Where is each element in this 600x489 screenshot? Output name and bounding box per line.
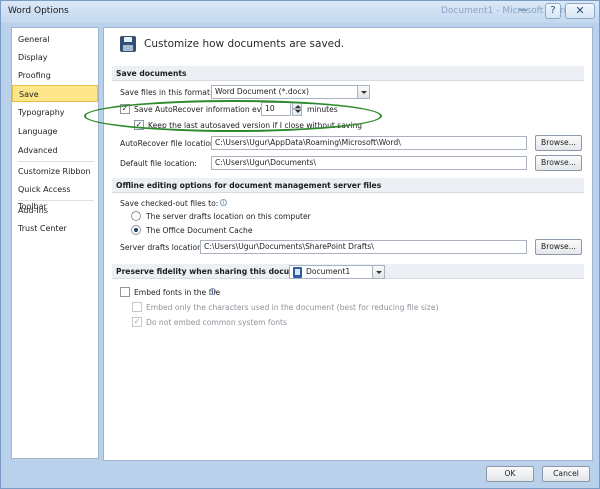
nav-item-advanced[interactable]: Advanced [12,142,98,159]
radio-server-drafts[interactable] [131,211,141,221]
default-location-browse-button[interactable]: Browse... [535,155,582,171]
close-button[interactable]: ✕ [565,3,595,19]
save-options-panel: Customize how documents are saved. Save … [103,27,593,461]
word-options-dialog: Word Options Document1 - Microsoft Word … [0,0,600,489]
chevron-down-icon[interactable] [357,86,369,98]
default-location-input[interactable]: C:\Users\Ugur\Documents\ [211,156,527,170]
nav-item-save[interactable]: Save [12,85,98,102]
server-drafts-location-input[interactable]: C:\Users\Ugur\Documents\SharePoint Draft… [200,240,527,254]
do-not-embed-system-fonts-label: Do not embed common system fonts [146,318,287,327]
save-checked-out-label: Save checked-out files to: [120,199,219,208]
chevron-down-icon[interactable] [372,266,384,278]
server-drafts-location-label: Server drafts location: [120,243,205,252]
autorecover-location-label: AutoRecover file location: [120,139,218,148]
autorecover-browse-button[interactable]: Browse... [535,135,582,151]
office-cache-option-label: The Office Document Cache [146,226,253,235]
embed-only-used-characters-label: Embed only the characters used in the do… [146,303,439,312]
title-bar[interactable]: Word Options Document1 - Microsoft Word … [1,1,599,23]
format-label: Save files in this format: [120,88,213,97]
default-location-label: Default file location: [120,159,197,168]
word-document-icon [293,267,302,278]
floppy-disk-icon [120,36,136,52]
server-drafts-browse-button[interactable]: Browse... [535,239,582,255]
server-drafts-option-label: The server drafts location on this compu… [146,212,311,221]
nav-item-customize-ribbon[interactable]: Customize Ribbon [12,163,98,180]
background-minimize-icon [519,9,527,11]
nav-item-add-ins[interactable]: Add-Ins [12,202,98,219]
fidelity-document-dropdown[interactable]: Document1 [289,265,385,279]
radio-office-document-cache[interactable] [131,225,141,235]
options-category-list: General Display Proofing Save Typography… [11,27,99,459]
nav-item-quick-access-toolbar[interactable]: Quick Access Toolbar [12,181,98,211]
info-icon: i [209,288,216,295]
do-not-embed-system-fonts-checkbox[interactable]: ✓ [132,317,142,327]
embed-fonts-label: Embed fonts in the file [134,288,221,297]
cancel-button[interactable]: Cancel [542,466,590,482]
window-title: Word Options [8,6,69,16]
autorecover-location-input[interactable]: C:\Users\Ugur\AppData\Roaming\Microsoft\… [211,136,527,150]
fidelity-document-value: Document1 [306,267,351,276]
section-offline-editing: Offline editing options for document man… [112,178,584,193]
ok-button[interactable]: OK [486,466,534,482]
embed-fonts-checkbox[interactable] [120,287,130,297]
embed-only-used-characters-checkbox[interactable] [132,302,142,312]
nav-item-trust-center[interactable]: Trust Center [12,220,98,237]
page-heading: Customize how documents are saved. [144,38,345,50]
save-format-dropdown[interactable]: Word Document (*.docx) [211,85,370,99]
nav-item-language[interactable]: Language [12,123,98,140]
save-format-value: Word Document (*.docx) [215,87,309,96]
help-button[interactable]: ? [545,3,561,19]
nav-divider [18,200,94,201]
autorecover-highlight-annotation [84,100,382,132]
nav-item-general[interactable]: General [12,31,98,48]
nav-item-display[interactable]: Display [12,49,98,66]
info-icon: i [220,199,227,206]
section-save-documents: Save documents [112,66,584,81]
nav-divider [18,161,94,162]
nav-item-proofing[interactable]: Proofing [12,67,98,84]
